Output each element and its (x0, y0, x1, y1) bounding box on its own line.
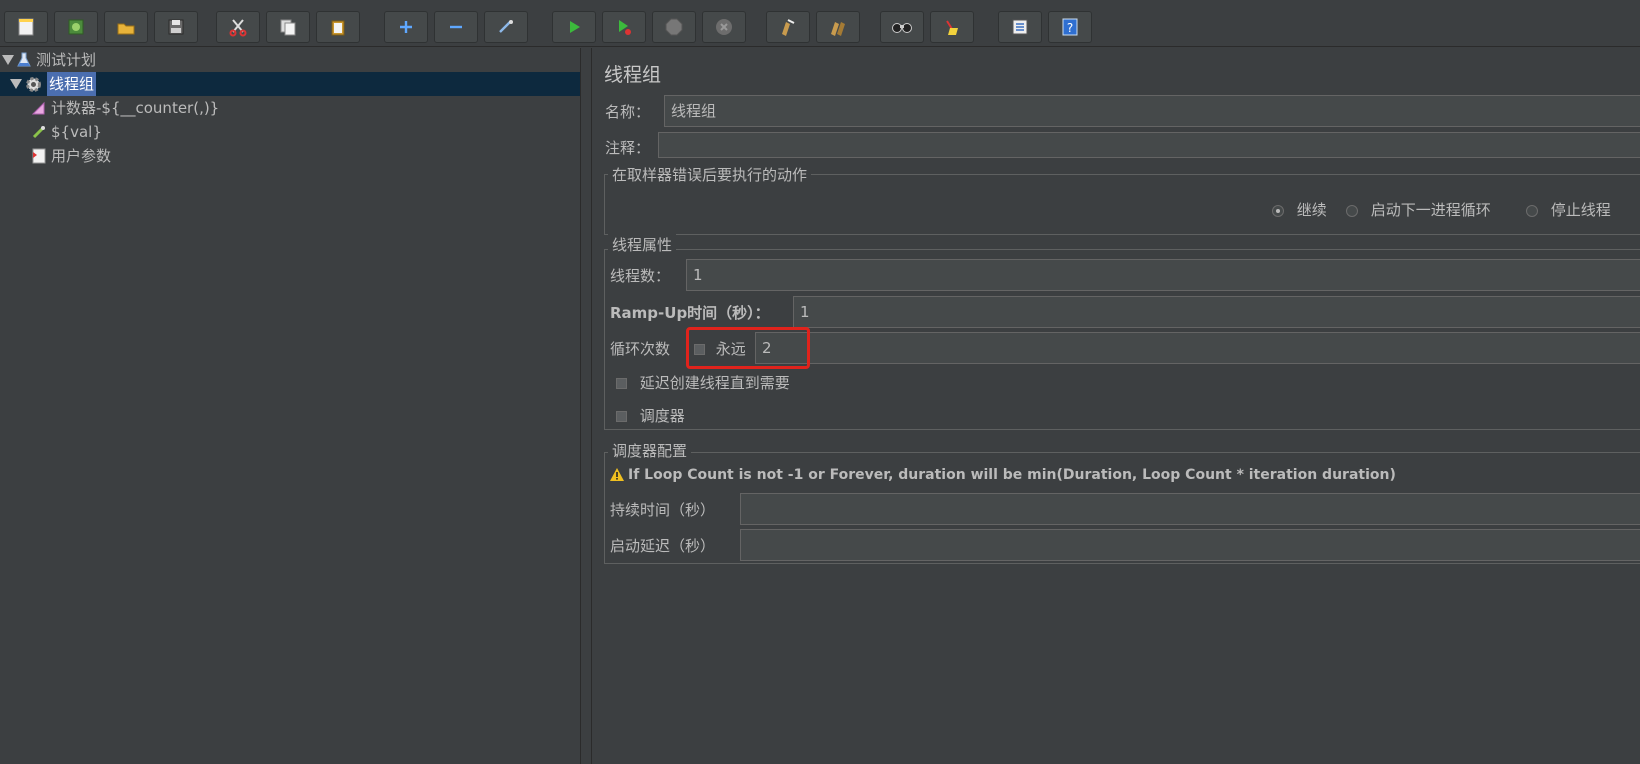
start-icon[interactable] (552, 11, 596, 43)
expand-arrow-icon[interactable] (10, 79, 22, 89)
start-no-pause-icon[interactable] (602, 11, 646, 43)
checkbox-icon[interactable] (616, 378, 627, 389)
delay-creation-label: 延迟创建线程直到需要 (639, 374, 790, 392)
toggle-icon[interactable] (484, 11, 528, 43)
page-title: 线程组 (604, 64, 662, 86)
comment-label: 注释： (605, 139, 651, 157)
radio-icon[interactable] (1272, 204, 1284, 217)
thread-props-legend: 线程属性 (608, 234, 677, 255)
clear-icon[interactable] (766, 11, 810, 43)
open-icon[interactable] (104, 11, 148, 43)
radio-stop-thread[interactable]: 停止线程 (1526, 199, 1611, 220)
tree-label: 用户参数 (51, 147, 112, 165)
radio-continue[interactable]: 继续 (1272, 199, 1327, 220)
name-input[interactable]: 线程组 (664, 95, 1640, 127)
function-helper-icon[interactable] (998, 11, 1042, 43)
pipette-icon (32, 125, 46, 139)
radio-icon[interactable] (1346, 204, 1358, 217)
threads-label: 线程数： (610, 267, 671, 285)
reset-search-icon[interactable] (930, 11, 974, 43)
rampup-input[interactable]: 1 (793, 296, 1640, 328)
radio-icon[interactable] (1526, 204, 1538, 217)
stop-icon[interactable] (652, 11, 696, 43)
tree-node-user-params[interactable]: 用户参数 (32, 144, 111, 168)
delay-creation-checkbox[interactable]: 延迟创建线程直到需要 (616, 372, 790, 393)
loop-count-input[interactable]: 2 (755, 332, 1640, 364)
gear-icon (25, 76, 42, 93)
cut-icon[interactable] (216, 11, 260, 43)
thread-group-panel: 线程组 名称： 线程组 注释： 在取样器错误后要执行的动作 继续 启动下一进程循… (592, 48, 1640, 764)
templates-icon[interactable] (54, 11, 98, 43)
expand-icon[interactable] (384, 11, 428, 43)
highlight-box (686, 327, 810, 369)
loop-warning: If Loop Count is not -1 or Forever, dura… (610, 467, 1396, 485)
radio-label: 启动下一进程循环 (1370, 201, 1491, 219)
duration-label: 持续时间（秒） (610, 501, 716, 519)
loop-label: 循环次数 (610, 340, 671, 358)
comment-input[interactable] (658, 132, 1640, 158)
scheduler-checkbox[interactable]: 调度器 (616, 405, 685, 426)
error-action-legend: 在取样器错误后要执行的动作 (608, 164, 812, 185)
scheduler-config-legend: 调度器配置 (608, 440, 692, 461)
flask-icon (17, 52, 31, 68)
tree-node-val[interactable]: ${val} (32, 120, 102, 144)
duration-input[interactable] (740, 493, 1640, 525)
startup-delay-label: 启动延迟（秒） (610, 537, 716, 555)
search-icon[interactable] (880, 11, 924, 43)
collapse-icon[interactable] (434, 11, 478, 43)
checkbox-icon[interactable] (616, 411, 627, 422)
splitter[interactable] (580, 48, 592, 764)
tree-node-counter[interactable]: 计数器-${__counter(,)} (32, 96, 219, 120)
counter-icon (32, 101, 46, 115)
new-icon[interactable] (4, 11, 48, 43)
copy-icon[interactable] (266, 11, 310, 43)
toolbar: ? (0, 0, 1640, 47)
scheduler-label: 调度器 (639, 407, 685, 425)
startup-delay-input[interactable] (740, 529, 1640, 561)
clear-all-icon[interactable] (816, 11, 860, 43)
svg-text:?: ? (1067, 21, 1073, 35)
warning-icon (610, 468, 624, 485)
tree-label: 计数器-${__counter(,)} (51, 99, 220, 117)
rampup-label: Ramp-Up时间（秒）： (610, 304, 770, 322)
radio-label: 继续 (1296, 201, 1327, 219)
tree-label: ${val} (51, 123, 102, 141)
paste-icon[interactable] (316, 11, 360, 43)
tree-panel: 测试计划 线程组 计数器-${__counter(,)} ${val} 用户参数 (0, 48, 580, 764)
expand-arrow-icon[interactable] (2, 55, 14, 65)
warning-text: If Loop Count is not -1 or Forever, dura… (628, 467, 1396, 483)
radio-label: 停止线程 (1550, 201, 1611, 219)
threads-input[interactable]: 1 (686, 259, 1640, 291)
tree-label: 测试计划 (36, 51, 97, 69)
help-icon[interactable]: ? (1048, 11, 1092, 43)
tree-node-plan[interactable]: 测试计划 (2, 48, 580, 72)
tree-label: 线程组 (47, 72, 97, 96)
tree-node-thread-group[interactable]: 线程组 (0, 72, 580, 96)
save-icon[interactable] (154, 11, 198, 43)
document-icon (32, 148, 46, 164)
radio-next-loop[interactable]: 启动下一进程循环 (1346, 199, 1491, 220)
name-label: 名称： (605, 103, 651, 121)
shutdown-icon[interactable] (702, 11, 746, 43)
